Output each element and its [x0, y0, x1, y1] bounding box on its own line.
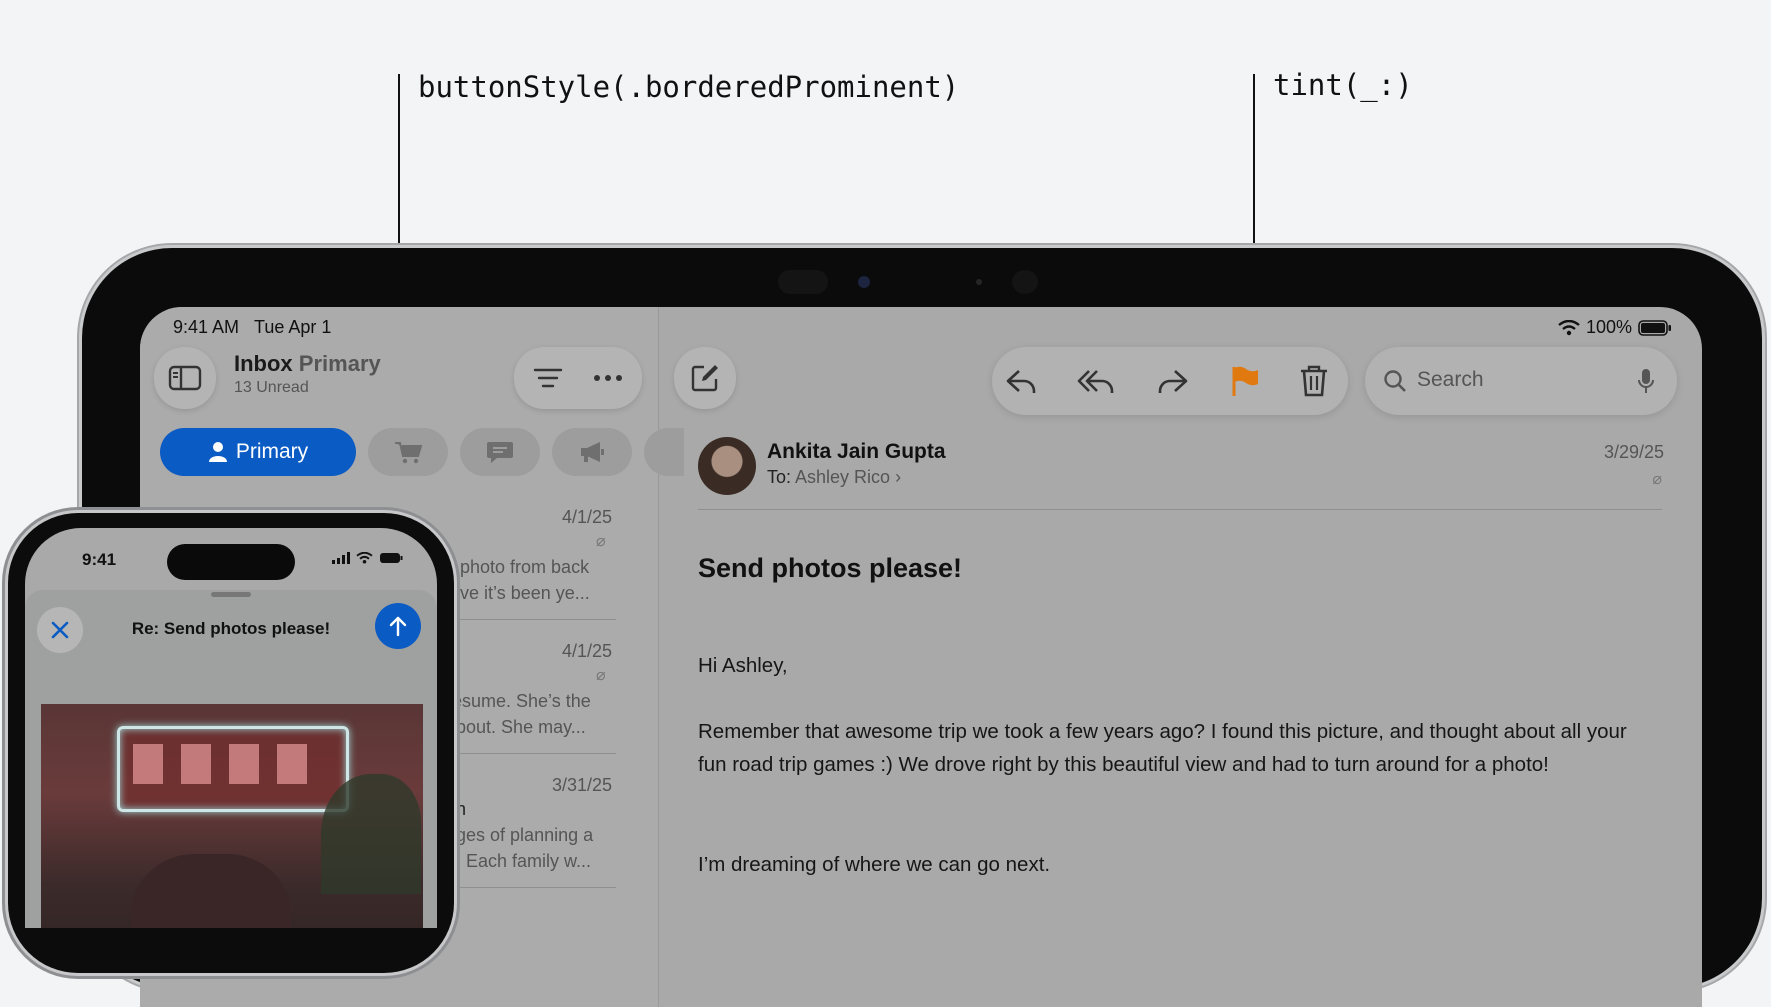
compose-icon — [691, 365, 718, 392]
message-paragraph: I’m dreaming of where we can go next. — [698, 853, 1051, 876]
more-button[interactable] — [578, 374, 638, 382]
tab-primary-label: Primary — [235, 440, 309, 463]
tab-more-partial[interactable] — [644, 428, 684, 476]
filter-more-group — [514, 347, 642, 409]
microphone-icon[interactable] — [1637, 367, 1655, 395]
tab-updates[interactable] — [460, 428, 540, 476]
message-to-line: To: Ashley Rico › — [767, 467, 901, 488]
iphone-status-indicators — [332, 552, 403, 564]
inbox-title: Inbox Primary — [234, 351, 381, 377]
status-time: 9:41 AM — [173, 317, 240, 337]
send-button[interactable] — [375, 603, 421, 649]
filter-icon — [533, 368, 563, 388]
people-image — [131, 854, 291, 928]
callout-label-button-style: buttonStyle(.borderedProminent) — [418, 70, 960, 104]
sheet-grabber[interactable] — [211, 592, 251, 597]
message-sender: Ankita Jain Gupta — [767, 440, 946, 463]
camera-icon — [1012, 270, 1038, 294]
chevron-right-icon: › — [895, 467, 902, 487]
signal-icon — [332, 552, 350, 564]
inbox-title-mailbox: Primary — [298, 351, 381, 376]
attachment-icon: ⌀ — [596, 533, 606, 550]
forward-icon[interactable] — [1154, 363, 1190, 399]
mail-snippet: ieve it’s been ye... — [446, 583, 590, 603]
camera-icon — [858, 276, 870, 288]
plants-image — [321, 774, 421, 894]
iphone-screen: 9:41 Re: Send photos please! — [25, 528, 437, 928]
message-date: 3/29/25 — [1603, 442, 1664, 462]
sender-avatar — [698, 437, 756, 495]
wifi-icon — [356, 552, 373, 564]
mail-date: 3/31/25 — [552, 775, 613, 795]
camera-icon — [778, 270, 828, 294]
callout-label-tint: tint(_:) — [1273, 68, 1413, 102]
message-greeting: Hi Ashley, — [698, 654, 788, 677]
sidebar-icon — [168, 365, 202, 391]
battery-icon — [380, 553, 403, 563]
ellipsis-icon — [594, 375, 622, 381]
header-separator — [698, 509, 1662, 510]
compose-button[interactable] — [674, 347, 736, 409]
to-label: To: — [767, 467, 792, 487]
sidebar-toggle-button[interactable] — [154, 347, 216, 409]
mail-date: 4/1/25 — [562, 507, 613, 527]
arrow-up-icon — [389, 616, 407, 637]
message-paragraph: Remember that awesome trip we took a few… — [698, 720, 1627, 776]
reply-all-icon[interactable] — [1076, 363, 1116, 399]
search-field[interactable]: Search — [1365, 347, 1677, 415]
message-toolbar — [992, 347, 1348, 415]
reply-icon[interactable] — [1004, 363, 1040, 399]
inbox-title-main: Inbox — [234, 351, 293, 376]
search-icon — [1384, 370, 1406, 392]
tab-transactions[interactable] — [368, 428, 448, 476]
mail-snippet: about. She may... — [446, 717, 586, 737]
mail-date: 4/1/25 — [562, 641, 613, 661]
wifi-icon — [1558, 319, 1580, 335]
person-icon — [208, 442, 227, 462]
dynamic-island — [167, 544, 295, 580]
mail-snippet: s photo from back — [446, 557, 590, 577]
cart-icon — [395, 442, 423, 464]
battery-icon — [1638, 319, 1671, 336]
chat-bubble-icon — [487, 442, 513, 463]
search-placeholder: Search — [1417, 368, 1484, 391]
photo-attachment[interactable] — [41, 704, 423, 928]
message-subject: Send photos please! — [698, 553, 963, 583]
flag-icon[interactable] — [1226, 363, 1262, 399]
filter-button[interactable] — [518, 367, 578, 389]
status-date: Tue Apr 1 — [254, 317, 332, 337]
megaphone-icon — [581, 442, 604, 462]
attachment-icon: ⌀ — [1652, 471, 1662, 488]
tab-promotions[interactable] — [552, 428, 632, 476]
status-indicators: 100% — [1558, 317, 1672, 338]
mail-snippet: n. Each family w... — [446, 851, 592, 871]
trash-icon[interactable] — [1296, 363, 1332, 399]
tab-primary[interactable]: Primary — [160, 428, 356, 476]
attachment-icon: ⌀ — [596, 667, 606, 684]
mail-snippet: resume. She’s the — [446, 691, 591, 711]
neon-glyph-image — [133, 744, 323, 784]
compose-sheet: Re: Send photos please! — [25, 590, 437, 928]
recipient-name[interactable]: Ashley Rico — [795, 467, 890, 487]
mail-snippet: nges of planning a — [446, 825, 594, 845]
iphone-status-time: 9:41 — [82, 550, 117, 569]
camera-icon — [976, 279, 982, 285]
unread-count: 13 Unread — [234, 379, 309, 396]
battery-percent: 100% — [1585, 317, 1632, 337]
